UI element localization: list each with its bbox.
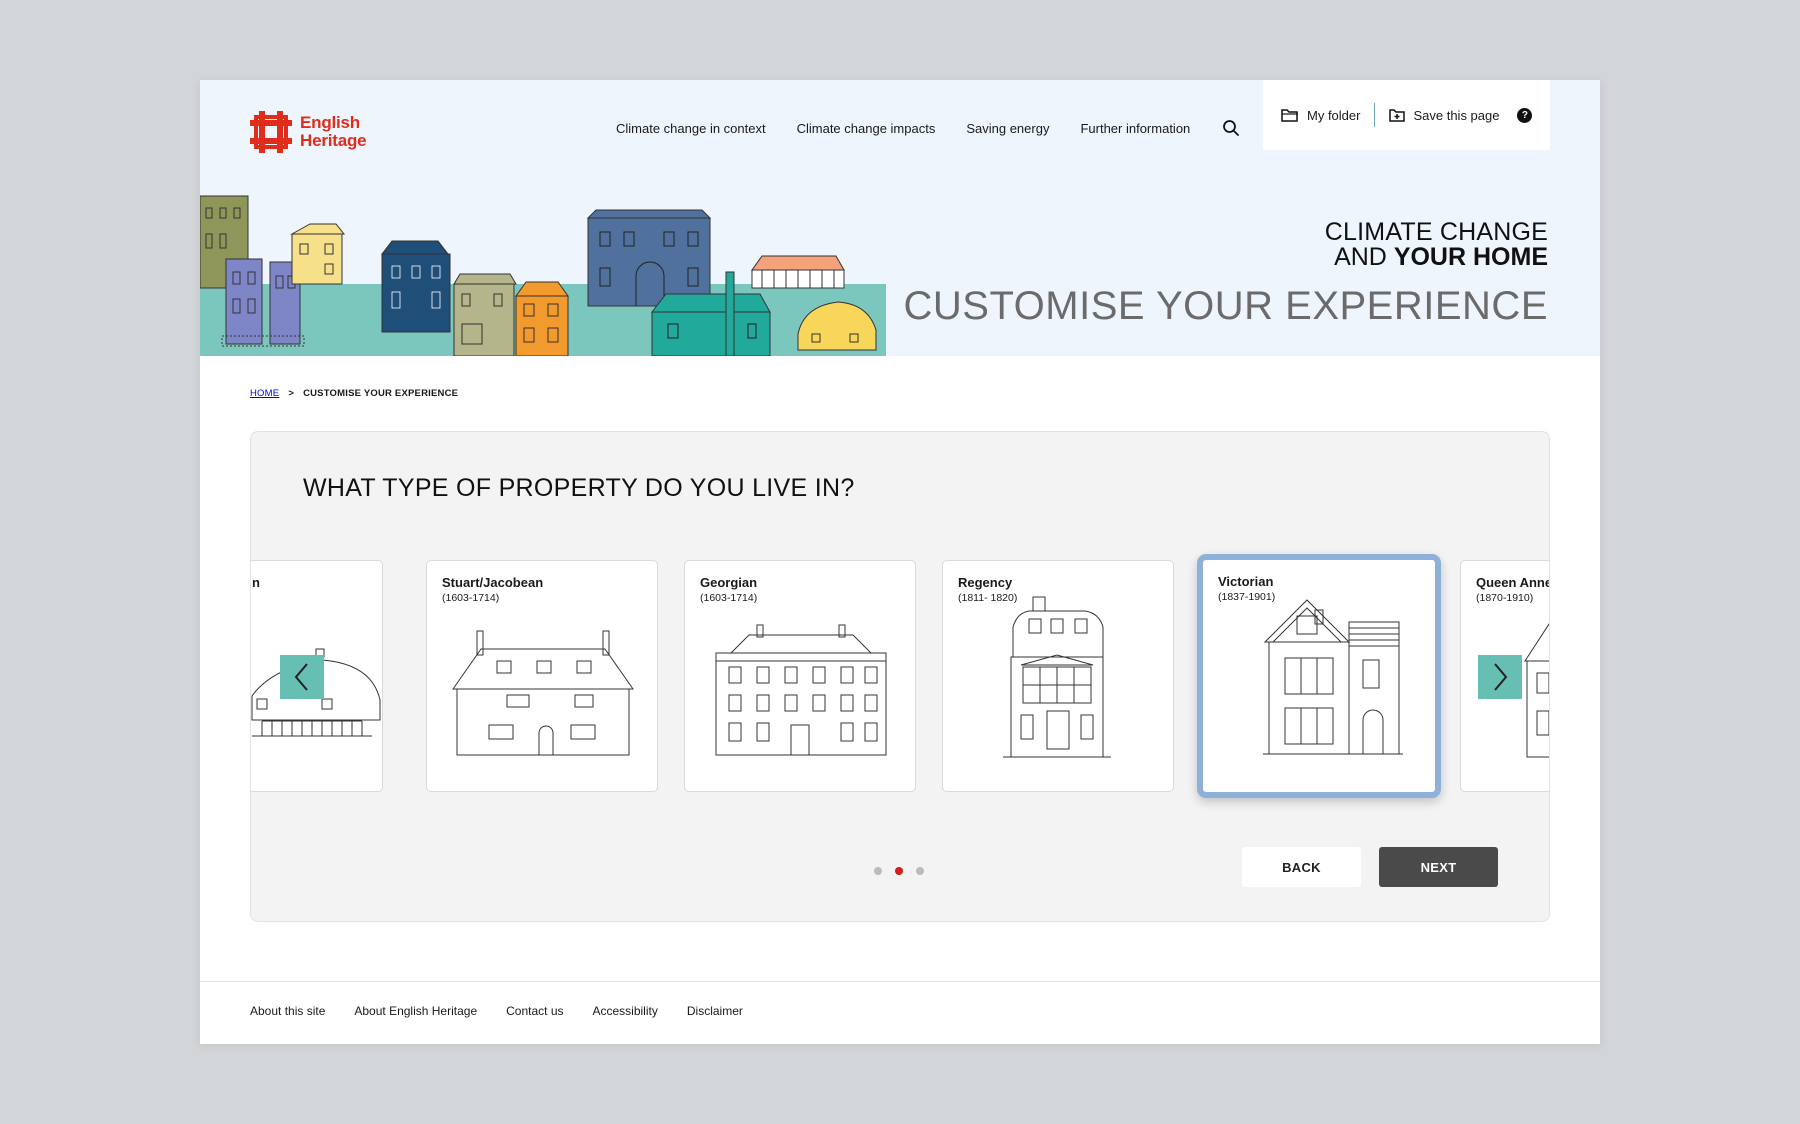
property-card-stuart-jacobean[interactable]: Stuart/Jacobean (1603-1714)	[426, 560, 658, 792]
logo-line-1: English	[300, 113, 360, 132]
next-button[interactable]: NEXT	[1379, 847, 1498, 887]
property-card-georgian[interactable]: Georgian (1603-1714)	[684, 560, 916, 792]
stuart-jacobean-house-drawing	[452, 630, 634, 756]
pagination-dot-active[interactable]	[895, 867, 903, 875]
my-folder-label: My folder	[1307, 107, 1361, 123]
chevron-left-icon	[294, 663, 308, 691]
save-folder-icon	[1389, 109, 1406, 122]
breadcrumb-home-link[interactable]: HOME	[250, 388, 279, 399]
houses-illustration	[200, 195, 886, 356]
regency-house-drawing	[1003, 596, 1111, 758]
chevron-right-icon	[1494, 663, 1508, 691]
nav-climate-change-impacts[interactable]: Climate change impacts	[797, 121, 936, 136]
utility-divider	[1374, 103, 1376, 127]
hero-title-line-2: AND YOUR HOME	[904, 243, 1548, 271]
logo[interactable]: English Heritage	[250, 111, 367, 153]
footer: About this site About English Heritage C…	[200, 981, 1600, 1044]
breadcrumb: HOME > CUSTOMISE YOUR EXPERIENCE	[250, 388, 458, 399]
carousel-next-button[interactable]	[1478, 655, 1522, 699]
hero-title-prefix: AND	[1334, 243, 1394, 271]
carousel-prev-button[interactable]	[280, 655, 324, 699]
help-icon[interactable]: ?	[1517, 107, 1533, 123]
footer-link-disclaimer[interactable]: Disclaimer	[687, 1004, 743, 1018]
nav-saving-energy[interactable]: Saving energy	[966, 121, 1049, 136]
search-icon[interactable]	[1222, 119, 1240, 137]
utility-bar: My folder Save this page ?	[1263, 80, 1550, 150]
breadcrumb-current: CUSTOMISE YOUR EXPERIENCE	[303, 388, 459, 399]
back-button[interactable]: BACK	[1242, 847, 1361, 887]
footer-link-contact[interactable]: Contact us	[506, 1004, 563, 1018]
hero-title: CLIMATE CHANGE AND YOUR HOME CUSTOMISE Y…	[903, 218, 1549, 328]
pagination-dot[interactable]	[874, 867, 882, 875]
english-heritage-logo-icon	[250, 111, 292, 153]
logo-text: English Heritage	[300, 113, 367, 150]
property-card-regency[interactable]: Regency (1811- 1820)	[942, 560, 1174, 792]
footer-link-about-english-heritage[interactable]: About English Heritage	[354, 1004, 477, 1018]
georgian-house-drawing	[715, 624, 887, 756]
nav-further-information[interactable]: Further information	[1080, 121, 1190, 136]
folder-icon	[1281, 109, 1298, 122]
page: English Heritage Climate change in conte…	[200, 80, 1600, 1044]
property-type-panel: WHAT TYPE OF PROPERTY DO YOU LIVE IN? n …	[250, 431, 1550, 922]
main-nav: Climate change in context Climate change…	[616, 119, 1240, 137]
nav-climate-change-in-context[interactable]: Climate change in context	[616, 121, 766, 136]
carousel-pagination	[874, 867, 924, 875]
pagination-dot[interactable]	[916, 867, 924, 875]
footer-link-accessibility[interactable]: Accessibility	[593, 1004, 658, 1018]
footer-links: About this site About English Heritage C…	[250, 1004, 743, 1018]
hero-title-line-1: CLIMATE CHANGE	[1324, 218, 1548, 246]
save-page-label: Save this page	[1413, 107, 1500, 123]
my-folder-button[interactable]: My folder	[1281, 108, 1360, 123]
hero-title-bold: YOUR HOME	[1393, 243, 1548, 271]
hero-subtitle: CUSTOMISE YOUR EXPERIENCE	[903, 284, 1548, 328]
footer-link-about-site[interactable]: About this site	[250, 1004, 325, 1018]
breadcrumb-separator: >	[288, 388, 295, 399]
question-heading: WHAT TYPE OF PROPERTY DO YOU LIVE IN?	[303, 474, 855, 502]
logo-line-2: Heritage	[300, 131, 367, 150]
save-page-button[interactable]: Save this page	[1389, 108, 1499, 123]
property-card-victorian[interactable]: Victorian (1837-1901)	[1197, 554, 1441, 798]
victorian-house-drawing	[1263, 599, 1403, 755]
header-hero: English Heritage Climate change in conte…	[200, 80, 1600, 356]
